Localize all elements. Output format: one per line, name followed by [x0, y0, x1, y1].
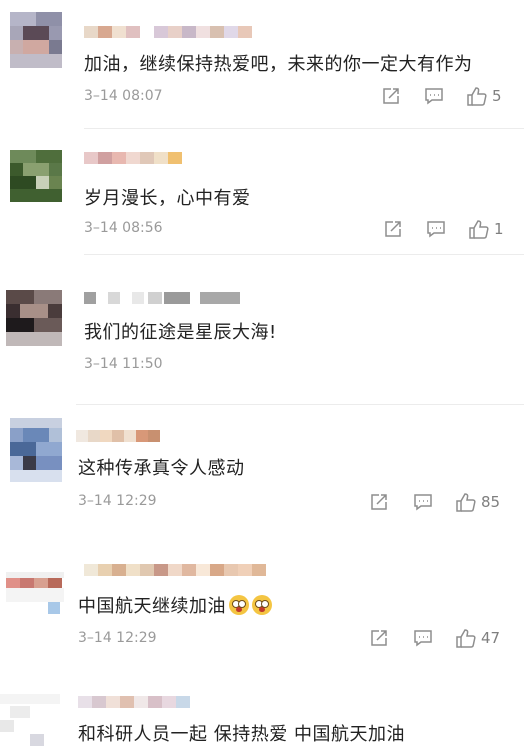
comment-text: 和科研人员一起 保持热爱 中国航天加油 [78, 724, 405, 745]
comment-item: 岁月漫长，心中有爱 3–14 08:56 1 [0, 130, 527, 258]
comment-text: 中国航天继续加油 [78, 592, 272, 618]
face-screaming-emoji [229, 595, 249, 615]
comment-timestamp: 3–14 08:56 [84, 220, 163, 236]
like-button[interactable]: 85 [455, 491, 500, 513]
comment-item: 加油，继续保持热爱吧，未来的你一定大有作为 3–14 08:07 5 [0, 0, 527, 130]
reply-icon [427, 221, 445, 238]
reply-button[interactable] [426, 219, 446, 239]
share-button[interactable] [381, 86, 401, 106]
comment-timestamp: 3–14 12:29 [78, 493, 157, 509]
thumbs-up-icon [467, 87, 487, 106]
avatar[interactable] [0, 694, 60, 746]
avatar[interactable] [10, 150, 62, 202]
comment-timestamp: 3–14 11:50 [84, 356, 163, 372]
comment-item: 这种传承真令人感动 3–14 12:29 85 [0, 406, 527, 546]
like-button[interactable]: 47 [455, 627, 500, 649]
share-button[interactable] [369, 492, 389, 512]
reply-icon [414, 630, 432, 647]
comment-item: 中国航天继续加油 3–14 12:29 47 [0, 546, 527, 676]
share-icon [371, 630, 387, 646]
thumbs-up-icon [469, 220, 489, 239]
comment-text: 加油，继续保持热爱吧，未来的你一定大有作为 [84, 54, 473, 75]
avatar[interactable] [10, 418, 62, 482]
reply-button[interactable] [413, 492, 433, 512]
username-blurred[interactable] [84, 292, 240, 304]
comment-text-body: 中国航天继续加油 [78, 596, 226, 617]
avatar[interactable] [10, 12, 62, 68]
thumbs-up-icon [456, 629, 476, 648]
comment-timestamp: 3–14 08:07 [84, 88, 163, 104]
comment-item: 我们的征途是星辰大海! 3–14 11:50 [0, 258, 527, 406]
avatar[interactable] [6, 572, 64, 616]
avatar[interactable] [6, 290, 62, 346]
comment-item: 和科研人员一起 保持热爱 中国航天加油 [0, 676, 527, 746]
share-button[interactable] [369, 628, 389, 648]
like-button[interactable]: 5 [466, 85, 502, 107]
reply-icon [414, 494, 432, 511]
thumbs-up-icon [456, 493, 476, 512]
like-count: 85 [481, 493, 501, 511]
like-button[interactable]: 1 [468, 218, 504, 240]
comment-text: 这种传承真令人感动 [78, 458, 245, 479]
share-icon [385, 221, 401, 237]
divider [76, 404, 524, 405]
share-button[interactable] [383, 219, 403, 239]
like-count: 5 [492, 87, 502, 105]
reply-button[interactable] [424, 86, 444, 106]
username-blurred[interactable] [84, 152, 184, 164]
reply-button[interactable] [413, 628, 433, 648]
username-blurred[interactable] [76, 430, 166, 442]
divider [84, 254, 524, 255]
face-screaming-emoji [252, 595, 272, 615]
username-blurred[interactable] [84, 564, 274, 576]
like-count: 1 [494, 220, 504, 238]
reply-icon [425, 88, 443, 105]
comment-text: 岁月漫长，心中有爱 [84, 188, 251, 209]
username-blurred[interactable] [84, 26, 260, 38]
comment-text: 我们的征途是星辰大海! [84, 322, 277, 343]
divider [84, 128, 524, 129]
share-icon [371, 494, 387, 510]
username-blurred[interactable] [78, 696, 198, 708]
comment-timestamp: 3–14 12:29 [78, 630, 157, 646]
like-count: 47 [481, 629, 501, 647]
share-icon [383, 88, 399, 104]
